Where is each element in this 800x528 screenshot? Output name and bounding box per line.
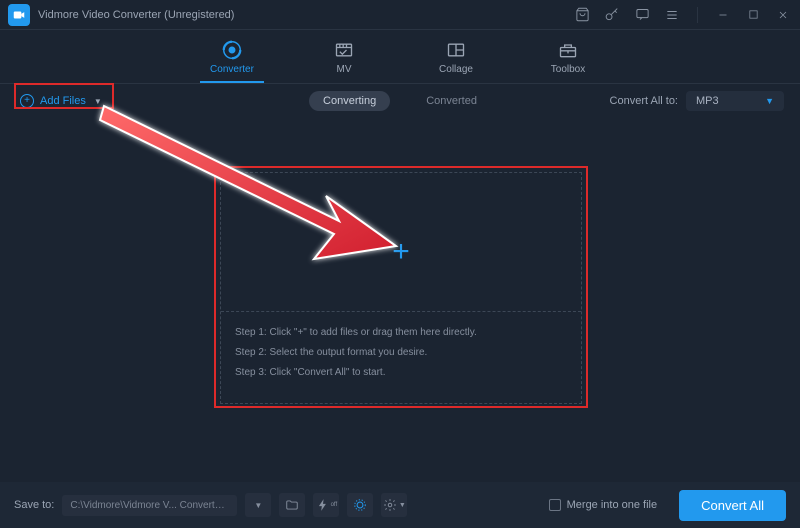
plus-circle-icon: + (20, 94, 34, 108)
toolbox-icon (557, 39, 579, 61)
toolbar: + Add Files ▼ Converting Converted Conve… (0, 84, 800, 118)
divider-dashed (221, 311, 581, 312)
content-area: + Step 1: Click "+" to add files or drag… (0, 118, 800, 482)
collage-icon (445, 39, 467, 61)
app-logo (8, 4, 30, 26)
main-tabs: Converter MV Collage Toolbox (0, 30, 800, 84)
chevron-down-icon: ▼ (765, 96, 774, 106)
step-text: Step 2: Select the output format you des… (235, 343, 477, 363)
tab-label: MV (337, 64, 352, 75)
add-files-button[interactable]: + Add Files ▼ (16, 92, 106, 110)
save-to-label: Save to: (14, 499, 54, 511)
titlebar: Vidmore Video Converter (Unregistered) (0, 0, 800, 30)
convert-all-button[interactable]: Convert All (679, 490, 786, 521)
output-format-select[interactable]: MP3 ▼ (686, 91, 784, 111)
mv-icon (333, 39, 355, 61)
path-dropdown-button[interactable]: ▼ (245, 493, 271, 517)
settings-button[interactable]: ▼ (381, 493, 407, 517)
merge-label: Merge into one file (567, 499, 658, 511)
converter-icon (221, 39, 243, 61)
add-files-label: Add Files (40, 95, 86, 107)
footer: Save to: C:\Vidmore\Vidmore V... Convert… (0, 482, 800, 528)
feedback-icon[interactable] (633, 6, 651, 24)
save-path-display[interactable]: C:\Vidmore\Vidmore V... Converter\Conver… (62, 495, 237, 516)
convert-all-to-label: Convert All to: (610, 95, 678, 107)
chevron-down-icon: ▼ (94, 97, 102, 106)
window-title: Vidmore Video Converter (Unregistered) (38, 9, 573, 21)
tab-mv[interactable]: MV (314, 30, 374, 83)
drop-zone[interactable]: + Step 1: Click "+" to add files or drag… (220, 172, 582, 404)
tab-label: Collage (439, 64, 473, 75)
tab-label: Toolbox (551, 64, 585, 75)
subtab-converted[interactable]: Converted (412, 91, 491, 111)
close-icon[interactable] (774, 6, 792, 24)
high-speed-button[interactable] (347, 493, 373, 517)
cart-icon[interactable] (573, 6, 591, 24)
add-files-plus-icon[interactable]: + (392, 237, 410, 267)
subtab-converting[interactable]: Converting (309, 91, 390, 111)
merge-checkbox[interactable]: Merge into one file (549, 499, 658, 511)
minimize-icon[interactable] (714, 6, 732, 24)
step-text: Step 1: Click "+" to add files or drag t… (235, 323, 477, 343)
selected-format: MP3 (696, 95, 719, 107)
tab-converter[interactable]: Converter (202, 30, 262, 83)
open-folder-button[interactable] (279, 493, 305, 517)
divider (697, 7, 698, 23)
hardware-accel-button[interactable]: off (313, 493, 339, 517)
checkbox-box (549, 499, 561, 511)
maximize-icon[interactable] (744, 6, 762, 24)
step-text: Step 3: Click "Convert All" to start. (235, 363, 477, 383)
instructions: Step 1: Click "+" to add files or drag t… (235, 323, 477, 383)
tab-label: Converter (210, 64, 254, 75)
key-icon[interactable] (603, 6, 621, 24)
tab-collage[interactable]: Collage (426, 30, 486, 83)
tab-toolbox[interactable]: Toolbox (538, 30, 598, 83)
menu-icon[interactable] (663, 6, 681, 24)
sub-tabs: Converting Converted (309, 91, 491, 111)
